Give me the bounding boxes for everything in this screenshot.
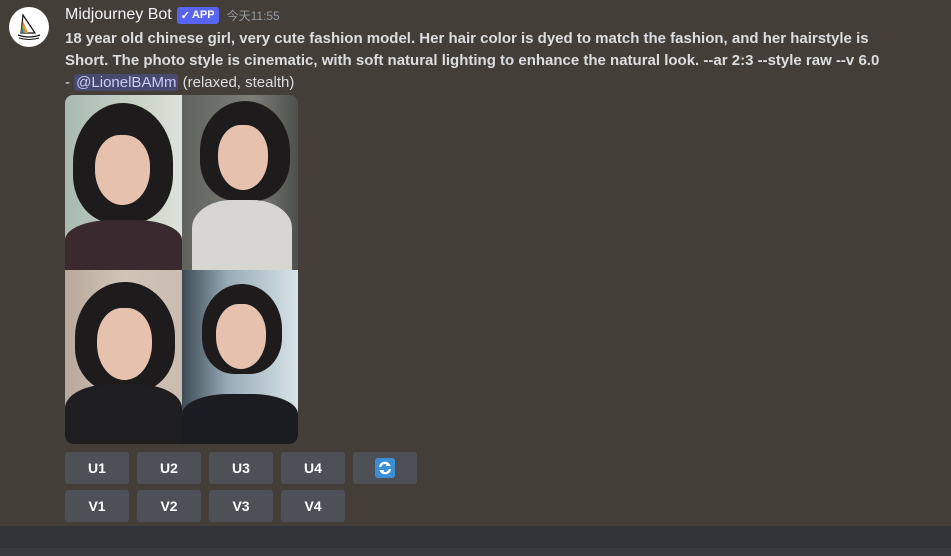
message-content: 18 year old chinese girl, very cute fash… xyxy=(65,28,905,94)
user-mention[interactable]: @LionelBAMm xyxy=(74,74,179,91)
prompt-text: 18 year old chinese girl, very cute fash… xyxy=(65,30,880,69)
generated-image-4[interactable] xyxy=(182,270,298,444)
midjourney-logo-icon xyxy=(17,13,41,40)
message-input-area[interactable] xyxy=(0,548,951,556)
variation-button-4[interactable]: V4 xyxy=(281,490,345,522)
timestamp: 今天11:55 xyxy=(226,8,280,23)
generated-image-1[interactable] xyxy=(65,95,182,270)
variation-button-2[interactable]: V2 xyxy=(137,490,201,522)
upscale-button-4[interactable]: U4 xyxy=(281,452,345,484)
bot-avatar[interactable] xyxy=(9,7,49,47)
upscale-button-2[interactable]: U2 xyxy=(137,452,201,484)
upscale-button-3[interactable]: U3 xyxy=(209,452,273,484)
reroll-button[interactable] xyxy=(353,452,417,484)
verified-check-icon: ✓ xyxy=(180,9,190,22)
generated-image-2[interactable] xyxy=(182,95,298,270)
image-grid[interactable] xyxy=(65,95,298,444)
variation-button-1[interactable]: V1 xyxy=(65,490,129,522)
variation-button-3[interactable]: V3 xyxy=(209,490,273,522)
mode-text: (relaxed, stealth) xyxy=(182,74,295,91)
refresh-icon xyxy=(375,458,395,478)
dash: - xyxy=(65,74,70,91)
badge-label: APP xyxy=(191,9,215,21)
username[interactable]: Midjourney Bot xyxy=(65,6,172,24)
generated-image-3[interactable] xyxy=(65,270,182,444)
upscale-button-1[interactable]: U1 xyxy=(65,452,129,484)
message-header: Midjourney Bot ✓ APP 今天11:55 xyxy=(65,6,280,24)
app-badge: ✓ APP xyxy=(176,6,219,24)
